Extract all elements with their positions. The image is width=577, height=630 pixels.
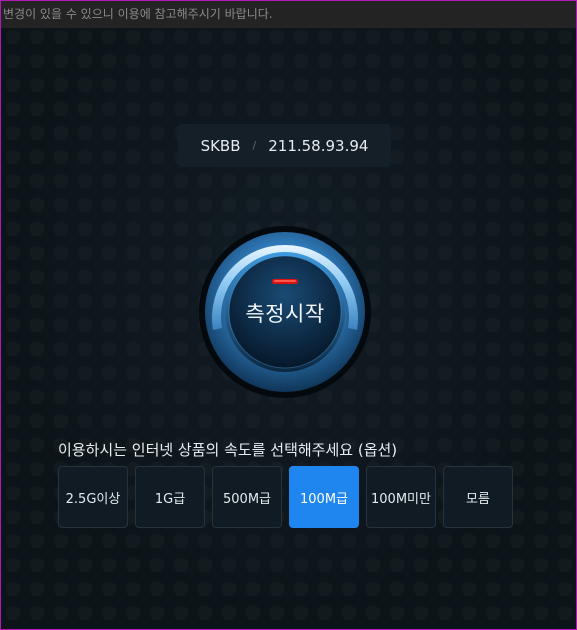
notice-bar: 변경이 있을 수 있으니 이용에 참고해주시기 바랍니다.	[1, 1, 576, 28]
speed-option-1g[interactable]: 1G급	[135, 466, 205, 528]
speed-option-500m[interactable]: 500M급	[212, 466, 282, 528]
start-test-label: 측정시작	[245, 302, 325, 326]
speedtest-panel: 변경이 있을 수 있으니 이용에 참고해주시기 바랍니다. SKBB / 211…	[0, 0, 577, 630]
start-test-button[interactable]: 측정시작	[198, 225, 372, 399]
notice-text: 변경이 있을 수 있으니 이용에 참고해주시기 바랍니다.	[3, 7, 273, 21]
ip-address: 211.58.93.94	[268, 136, 369, 155]
isp-name: SKBB	[200, 136, 241, 155]
speed-option-unknown[interactable]: 모름	[443, 466, 513, 528]
speed-option-2-5g[interactable]: 2.5G이상	[58, 466, 128, 528]
speed-select-prompt: 이용하시는 인터넷 상품의 속도를 선택해주세요 (옵션)	[58, 441, 398, 459]
connection-info: SKBB / 211.58.93.94	[178, 124, 391, 167]
isp-separator: /	[252, 139, 257, 152]
speed-option-group: 2.5G이상 1G급 500M급 100M급 100M미만 모름	[58, 466, 513, 528]
speed-option-100m[interactable]: 100M급	[289, 466, 359, 528]
speed-option-under-100m[interactable]: 100M미만	[366, 466, 436, 528]
